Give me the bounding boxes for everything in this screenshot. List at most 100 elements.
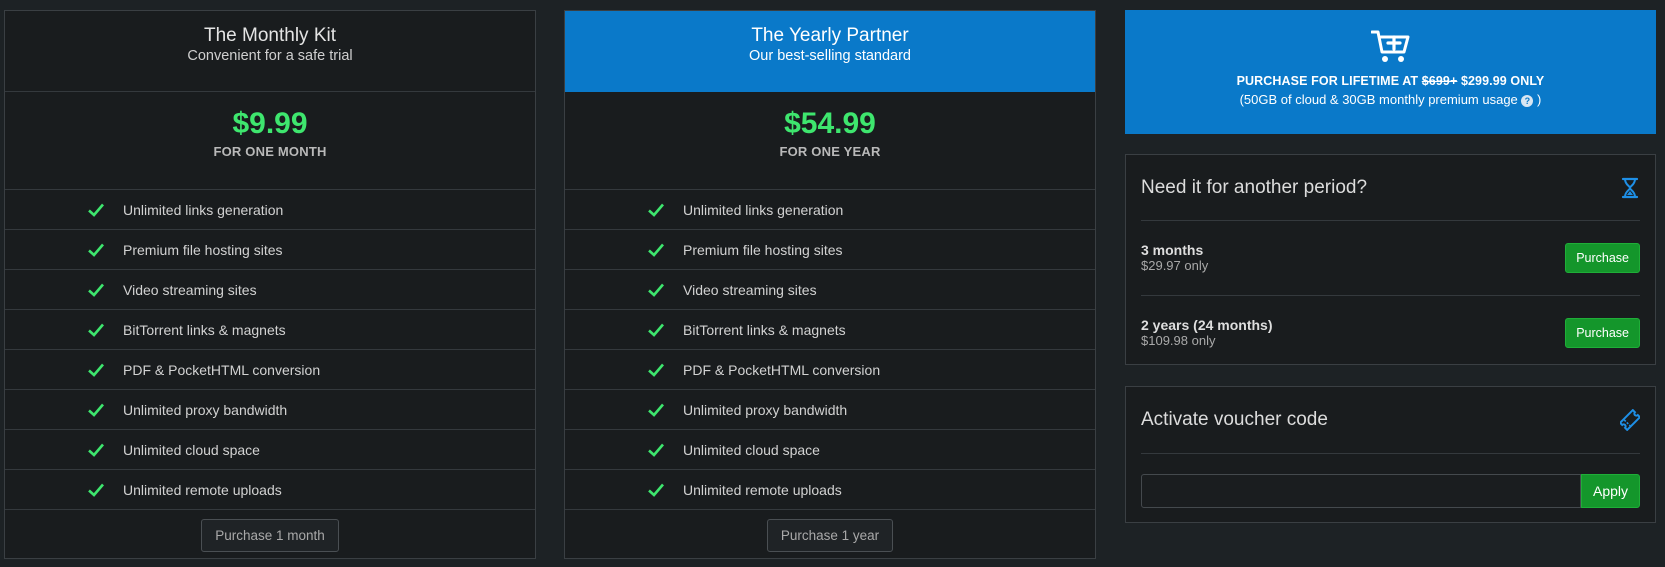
plan-period: FOR ONE MONTH [213, 144, 327, 159]
check-icon [88, 483, 104, 497]
plan-header: The Monthly Kit Convenient for a safe tr… [5, 11, 535, 92]
voucher-form: Apply [1141, 474, 1640, 508]
feature-label: Video streaming sites [123, 281, 257, 298]
feature-item: Premium file hosting sites [5, 230, 535, 270]
period-option-name: 3 months [1141, 242, 1204, 258]
voucher-panel: Activate voucher code Apply [1125, 386, 1656, 523]
check-icon [88, 403, 104, 417]
panel-header: Activate voucher code [1141, 387, 1640, 454]
check-icon [88, 283, 104, 297]
plan-footer: Purchase 1 month [5, 510, 535, 561]
plan-card-monthly: The Monthly Kit Convenient for a safe tr… [4, 10, 536, 559]
feature-label: Unlimited links generation [123, 201, 284, 218]
feature-item: Unlimited proxy bandwidth [5, 390, 535, 430]
lifetime-new-price: $299.99 ONLY [1460, 74, 1545, 88]
plan-title: The Yearly Partner [751, 25, 909, 46]
plan-price-box: $54.99 FOR ONE YEAR [565, 92, 1095, 190]
lifetime-note: (50GB of cloud & 30GB monthly premium us… [1125, 92, 1656, 107]
feature-label: Unlimited cloud space [123, 441, 260, 458]
plan-price: $9.99 [232, 107, 308, 140]
panel-header: Need it for another period? [1141, 155, 1640, 221]
check-icon [648, 323, 664, 337]
help-icon[interactable]: ? [1521, 95, 1534, 107]
lifetime-note-text: (50GB of cloud & 30GB monthly premium us… [1239, 92, 1518, 107]
lifetime-offer-banner[interactable]: PURCHASE FOR LIFETIME AT $699+ $299.99 O… [1125, 10, 1656, 134]
check-icon [88, 323, 104, 337]
plan-card-yearly: The Yearly Partner Our best-selling stan… [564, 10, 1096, 559]
purchase-1-month-button[interactable]: Purchase 1 month [201, 519, 339, 552]
cart-plus-icon [1370, 30, 1409, 62]
plan-header: The Yearly Partner Our best-selling stan… [565, 11, 1095, 92]
feature-item: PDF & PocketHTML conversion [5, 350, 535, 390]
period-option: 2 years (24 months) $109.98 only Purchas… [1141, 295, 1640, 369]
period-option-price: $29.97 only [1141, 258, 1209, 273]
feature-item: Unlimited remote uploads [5, 470, 535, 510]
feature-item: Video streaming sites [5, 270, 535, 310]
plan-period: FOR ONE YEAR [779, 144, 881, 159]
plan-title: The Monthly Kit [204, 25, 336, 46]
feature-item: Video streaming sites [565, 270, 1095, 310]
feature-label: PDF & PocketHTML conversion [123, 361, 321, 378]
period-option-info: 2 years (24 months) $109.98 only [1141, 317, 1273, 349]
feature-label: Premium file hosting sites [683, 241, 843, 258]
feature-label: BitTorrent links & magnets [123, 321, 286, 338]
feature-item: Unlimited cloud space [5, 430, 535, 470]
check-icon [88, 363, 104, 377]
ticket-icon [1620, 409, 1640, 431]
hourglass-icon [1621, 177, 1639, 198]
check-icon [648, 363, 664, 377]
check-icon [88, 243, 104, 257]
plan-subtitle: Convenient for a safe trial [187, 48, 353, 64]
apply-voucher-button[interactable]: Apply [1581, 474, 1640, 508]
check-icon [88, 443, 104, 457]
check-icon [648, 443, 664, 457]
feature-label: PDF & PocketHTML conversion [683, 361, 881, 378]
plan-footer: Purchase 1 year [565, 510, 1095, 561]
feature-label: Unlimited links generation [683, 201, 844, 218]
feature-item: BitTorrent links & magnets [565, 310, 1095, 350]
period-option: 3 months $29.97 only Purchase [1141, 221, 1640, 295]
purchase-2-years-button[interactable]: Purchase [1565, 317, 1640, 348]
feature-label: Unlimited cloud space [683, 441, 820, 458]
feature-label: Unlimited proxy bandwidth [123, 401, 288, 418]
feature-label: Premium file hosting sites [123, 241, 283, 258]
feature-label: Unlimited remote uploads [123, 481, 282, 498]
panel-title: Activate voucher code [1141, 409, 1328, 430]
check-icon [648, 243, 664, 257]
check-icon [648, 403, 664, 417]
feature-list: Unlimited links generation Premium file … [5, 190, 535, 510]
feature-label: Unlimited proxy bandwidth [683, 401, 848, 418]
period-option-name: 2 years (24 months) [1141, 316, 1273, 333]
feature-item: Unlimited proxy bandwidth [565, 390, 1095, 430]
feature-item: Unlimited remote uploads [565, 470, 1095, 510]
plan-subtitle: Our best-selling standard [749, 48, 911, 64]
period-option-info: 3 months $29.97 only [1141, 242, 1208, 274]
voucher-code-input[interactable] [1141, 474, 1581, 508]
lifetime-prefix: PURCHASE FOR LIFETIME AT [1236, 74, 1419, 88]
check-icon [88, 203, 104, 217]
feature-item: Unlimited links generation [565, 190, 1095, 230]
feature-label: BitTorrent links & magnets [683, 321, 846, 338]
purchase-1-year-button[interactable]: Purchase 1 year [766, 519, 894, 552]
plan-price: $54.99 [784, 107, 876, 140]
feature-label: Video streaming sites [683, 281, 817, 298]
plan-price-box: $9.99 FOR ONE MONTH [5, 92, 535, 190]
lifetime-price-line: PURCHASE FOR LIFETIME AT $699+ $299.99 O… [1125, 74, 1656, 88]
feature-list: Unlimited links generation Premium file … [565, 190, 1095, 510]
feature-item: Unlimited cloud space [565, 430, 1095, 470]
other-period-panel: Need it for another period? 3 months $29… [1125, 154, 1656, 365]
panel-title: Need it for another period? [1141, 176, 1368, 198]
feature-item: BitTorrent links & magnets [5, 310, 535, 350]
purchase-3-months-button[interactable]: Purchase [1565, 243, 1640, 273]
lifetime-note-close: ) [1537, 92, 1542, 107]
period-option-price: $109.98 only [1141, 332, 1216, 348]
feature-item: PDF & PocketHTML conversion [565, 350, 1095, 390]
feature-item: Premium file hosting sites [565, 230, 1095, 270]
check-icon [648, 283, 664, 297]
pricing-page: The Monthly Kit Convenient for a safe tr… [0, 0, 1665, 567]
feature-item: Unlimited links generation [5, 190, 535, 230]
check-icon [648, 203, 664, 217]
feature-label: Unlimited remote uploads [683, 481, 842, 498]
lifetime-old-price: $699+ [1421, 74, 1458, 88]
check-icon [648, 483, 664, 497]
